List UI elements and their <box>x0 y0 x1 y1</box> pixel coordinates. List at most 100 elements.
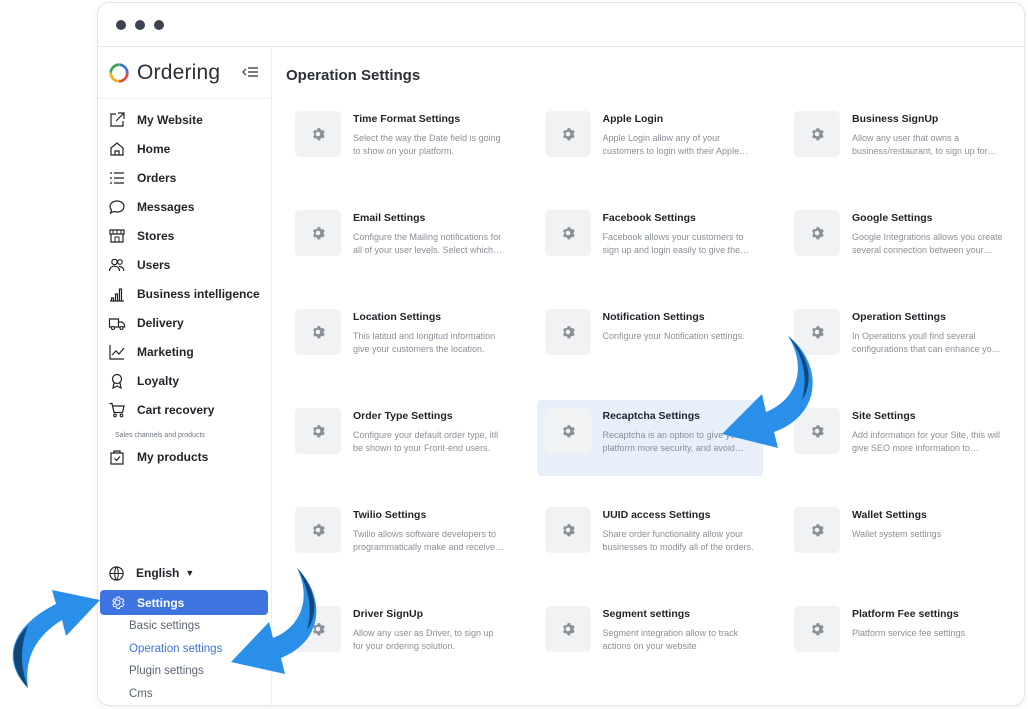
card-title: Facebook Settings <box>602 212 696 224</box>
card-title: Site Settings <box>852 410 916 422</box>
sidebar-subitem-cms[interactable]: Cms <box>98 683 271 705</box>
card-text: Platform Fee settings Platform service fe… <box>852 606 1004 640</box>
sidebar-item-delivery[interactable]: Delivery <box>98 308 271 337</box>
sidebar-item-my-products[interactable]: My products <box>98 442 271 471</box>
card-icon-box <box>295 408 341 454</box>
settings-card[interactable]: Email Settings Configure the Mailing noti… <box>287 202 513 278</box>
card-title: Order Type Settings <box>353 410 453 422</box>
gear-icon <box>313 227 325 240</box>
card-text: Time Format Settings Select the way the D… <box>353 111 505 158</box>
award-icon <box>111 373 123 389</box>
card-description: Select the way the Date field is going t… <box>353 133 501 156</box>
sidebar-item-users[interactable]: Users <box>98 250 271 279</box>
annotation-arrow-settings <box>12 590 101 688</box>
settings-card[interactable]: Operation Settings In Operations youll fi… <box>786 301 1012 377</box>
card-description: Platform service fee settings <box>852 628 966 638</box>
chevron-down-icon: ▼ <box>185 568 195 578</box>
settings-card[interactable]: Twilio Settings Twilio allows software de… <box>287 499 513 575</box>
collapse-sidebar-icon[interactable] <box>240 62 260 82</box>
settings-card[interactable]: Recaptcha Settings Recaptcha is an option… <box>536 400 763 476</box>
sidebar-item-label: Marketing <box>137 344 194 359</box>
settings-card[interactable]: Location Settings This latitud and longit… <box>287 301 513 377</box>
card-title: Apple Login <box>602 113 664 125</box>
sidebar-item-orders[interactable]: Orders <box>98 163 271 192</box>
sidebar-item-messages[interactable]: Messages <box>98 192 271 221</box>
settings-card[interactable]: Facebook Settings Facebook allows your cu… <box>537 202 763 278</box>
settings-card[interactable]: Apple Login Apple Login allow any of your… <box>537 103 763 179</box>
brand[interactable]: Ordering <box>98 47 271 99</box>
settings-card[interactable]: Order Type Settings Configure your defaul… <box>287 400 513 476</box>
card-title: Email Settings <box>353 212 426 224</box>
sidebar-item-label: Stores <box>137 228 175 243</box>
sidebar-item-label: My products <box>137 449 209 464</box>
card-title: Time Format Settings <box>353 113 461 125</box>
card-icon-box <box>794 408 840 454</box>
sidebar-item-my-website[interactable]: My Website <box>98 105 271 134</box>
settings-card[interactable]: Site Settings Add information for your Si… <box>786 400 1012 476</box>
card-text: Google Settings Google Integrations allow… <box>852 210 1004 257</box>
card-text: UUID access Settings Share order function… <box>603 507 755 554</box>
settings-card[interactable]: Time Format Settings Select the way the D… <box>287 103 513 179</box>
sidebar-item-business-intelligence[interactable]: Business intelligence <box>98 279 271 308</box>
card-description: This latitud and longitud information gi… <box>353 331 496 354</box>
gear-icon <box>313 623 325 636</box>
main-content: Operation Settings Time Format Settings S… <box>273 47 1024 705</box>
settings-card[interactable]: Driver SignUp Allow any user as Driver, t… <box>287 598 513 674</box>
cart-icon <box>109 402 125 417</box>
card-title: UUID access Settings <box>602 509 711 521</box>
sidebar-item-label: Loyalty <box>137 373 180 388</box>
language-selector[interactable]: English ▼ <box>98 559 271 587</box>
sidebar-item-label: Messages <box>137 199 195 214</box>
app-window: Ordering My Website Home Orders Messages… <box>97 2 1025 706</box>
card-title: Google Settings <box>852 212 933 224</box>
sidebar-item-label: Delivery <box>137 315 184 330</box>
card-text: Email Settings Configure the Mailing noti… <box>353 210 505 257</box>
brand-name: Ordering <box>137 60 221 84</box>
card-icon-box <box>295 309 341 355</box>
settings-card[interactable]: Platform Fee settings Platform service fe… <box>786 598 1012 674</box>
card-title: Location Settings <box>353 311 442 323</box>
settings-card[interactable]: Business SignUp Allow any user that owns … <box>786 103 1012 179</box>
card-icon-box <box>544 111 591 157</box>
sidebar-item-loyalty[interactable]: Loyalty <box>98 366 271 395</box>
gear-icon <box>562 524 575 537</box>
sidebar-subitem-basic-settings[interactable]: Basic settings <box>98 615 271 638</box>
card-description: Share order functionality allow your bus… <box>602 529 754 552</box>
gear-icon <box>812 425 824 438</box>
sidebar-item-settings[interactable]: Settings <box>100 590 268 615</box>
card-title: Segment settings <box>602 608 691 620</box>
sidebar: Ordering My Website Home Orders Messages… <box>98 47 272 705</box>
settings-card[interactable]: Wallet Settings Wallet system settings <box>786 499 1012 575</box>
settings-card[interactable]: Google Settings Google Integrations allow… <box>786 202 1012 278</box>
card-title: Operation Settings <box>852 311 946 323</box>
card-description: Allow any user that owns a business/rest… <box>852 133 988 156</box>
window-dot-close[interactable] <box>116 19 126 30</box>
card-icon-box <box>544 309 591 355</box>
card-description: Segment integration allow to track actio… <box>602 628 739 651</box>
truck-icon <box>108 317 126 330</box>
sidebar-item-home[interactable]: Home <box>98 134 271 163</box>
chat-icon <box>109 199 125 214</box>
gear-icon <box>812 326 824 339</box>
card-text: Segment settings Segment integration allo… <box>603 606 755 653</box>
settings-card[interactable]: Segment settings Segment integration allo… <box>537 598 763 674</box>
settings-card[interactable]: UUID access Settings Share order function… <box>537 499 763 575</box>
sidebar-subitem-plugin-settings[interactable]: Plugin settings <box>98 660 271 683</box>
language-label: English <box>136 566 180 580</box>
settings-label: Settings <box>137 595 185 610</box>
sidebar-subitem-operation-settings[interactable]: Operation settings <box>98 638 271 661</box>
list-icon <box>110 171 124 184</box>
window-dot-minimize[interactable] <box>135 19 145 30</box>
gear-icon <box>313 425 325 438</box>
sidebar-item-cart-recovery[interactable]: Cart recovery <box>98 395 271 424</box>
card-icon-box <box>794 111 840 157</box>
card-icon-box <box>544 606 591 652</box>
card-description: Configure your Notification settings. <box>602 331 745 341</box>
gear-icon <box>562 128 575 141</box>
window-dot-maximize[interactable] <box>154 19 164 30</box>
sidebar-item-marketing[interactable]: Marketing <box>98 337 271 366</box>
settings-card[interactable]: Notification Settings Configure your Noti… <box>537 301 763 377</box>
card-description: Add information for your Site, this will… <box>852 430 1001 453</box>
gear-icon <box>112 596 125 609</box>
sidebar-item-stores[interactable]: Stores <box>98 221 271 250</box>
